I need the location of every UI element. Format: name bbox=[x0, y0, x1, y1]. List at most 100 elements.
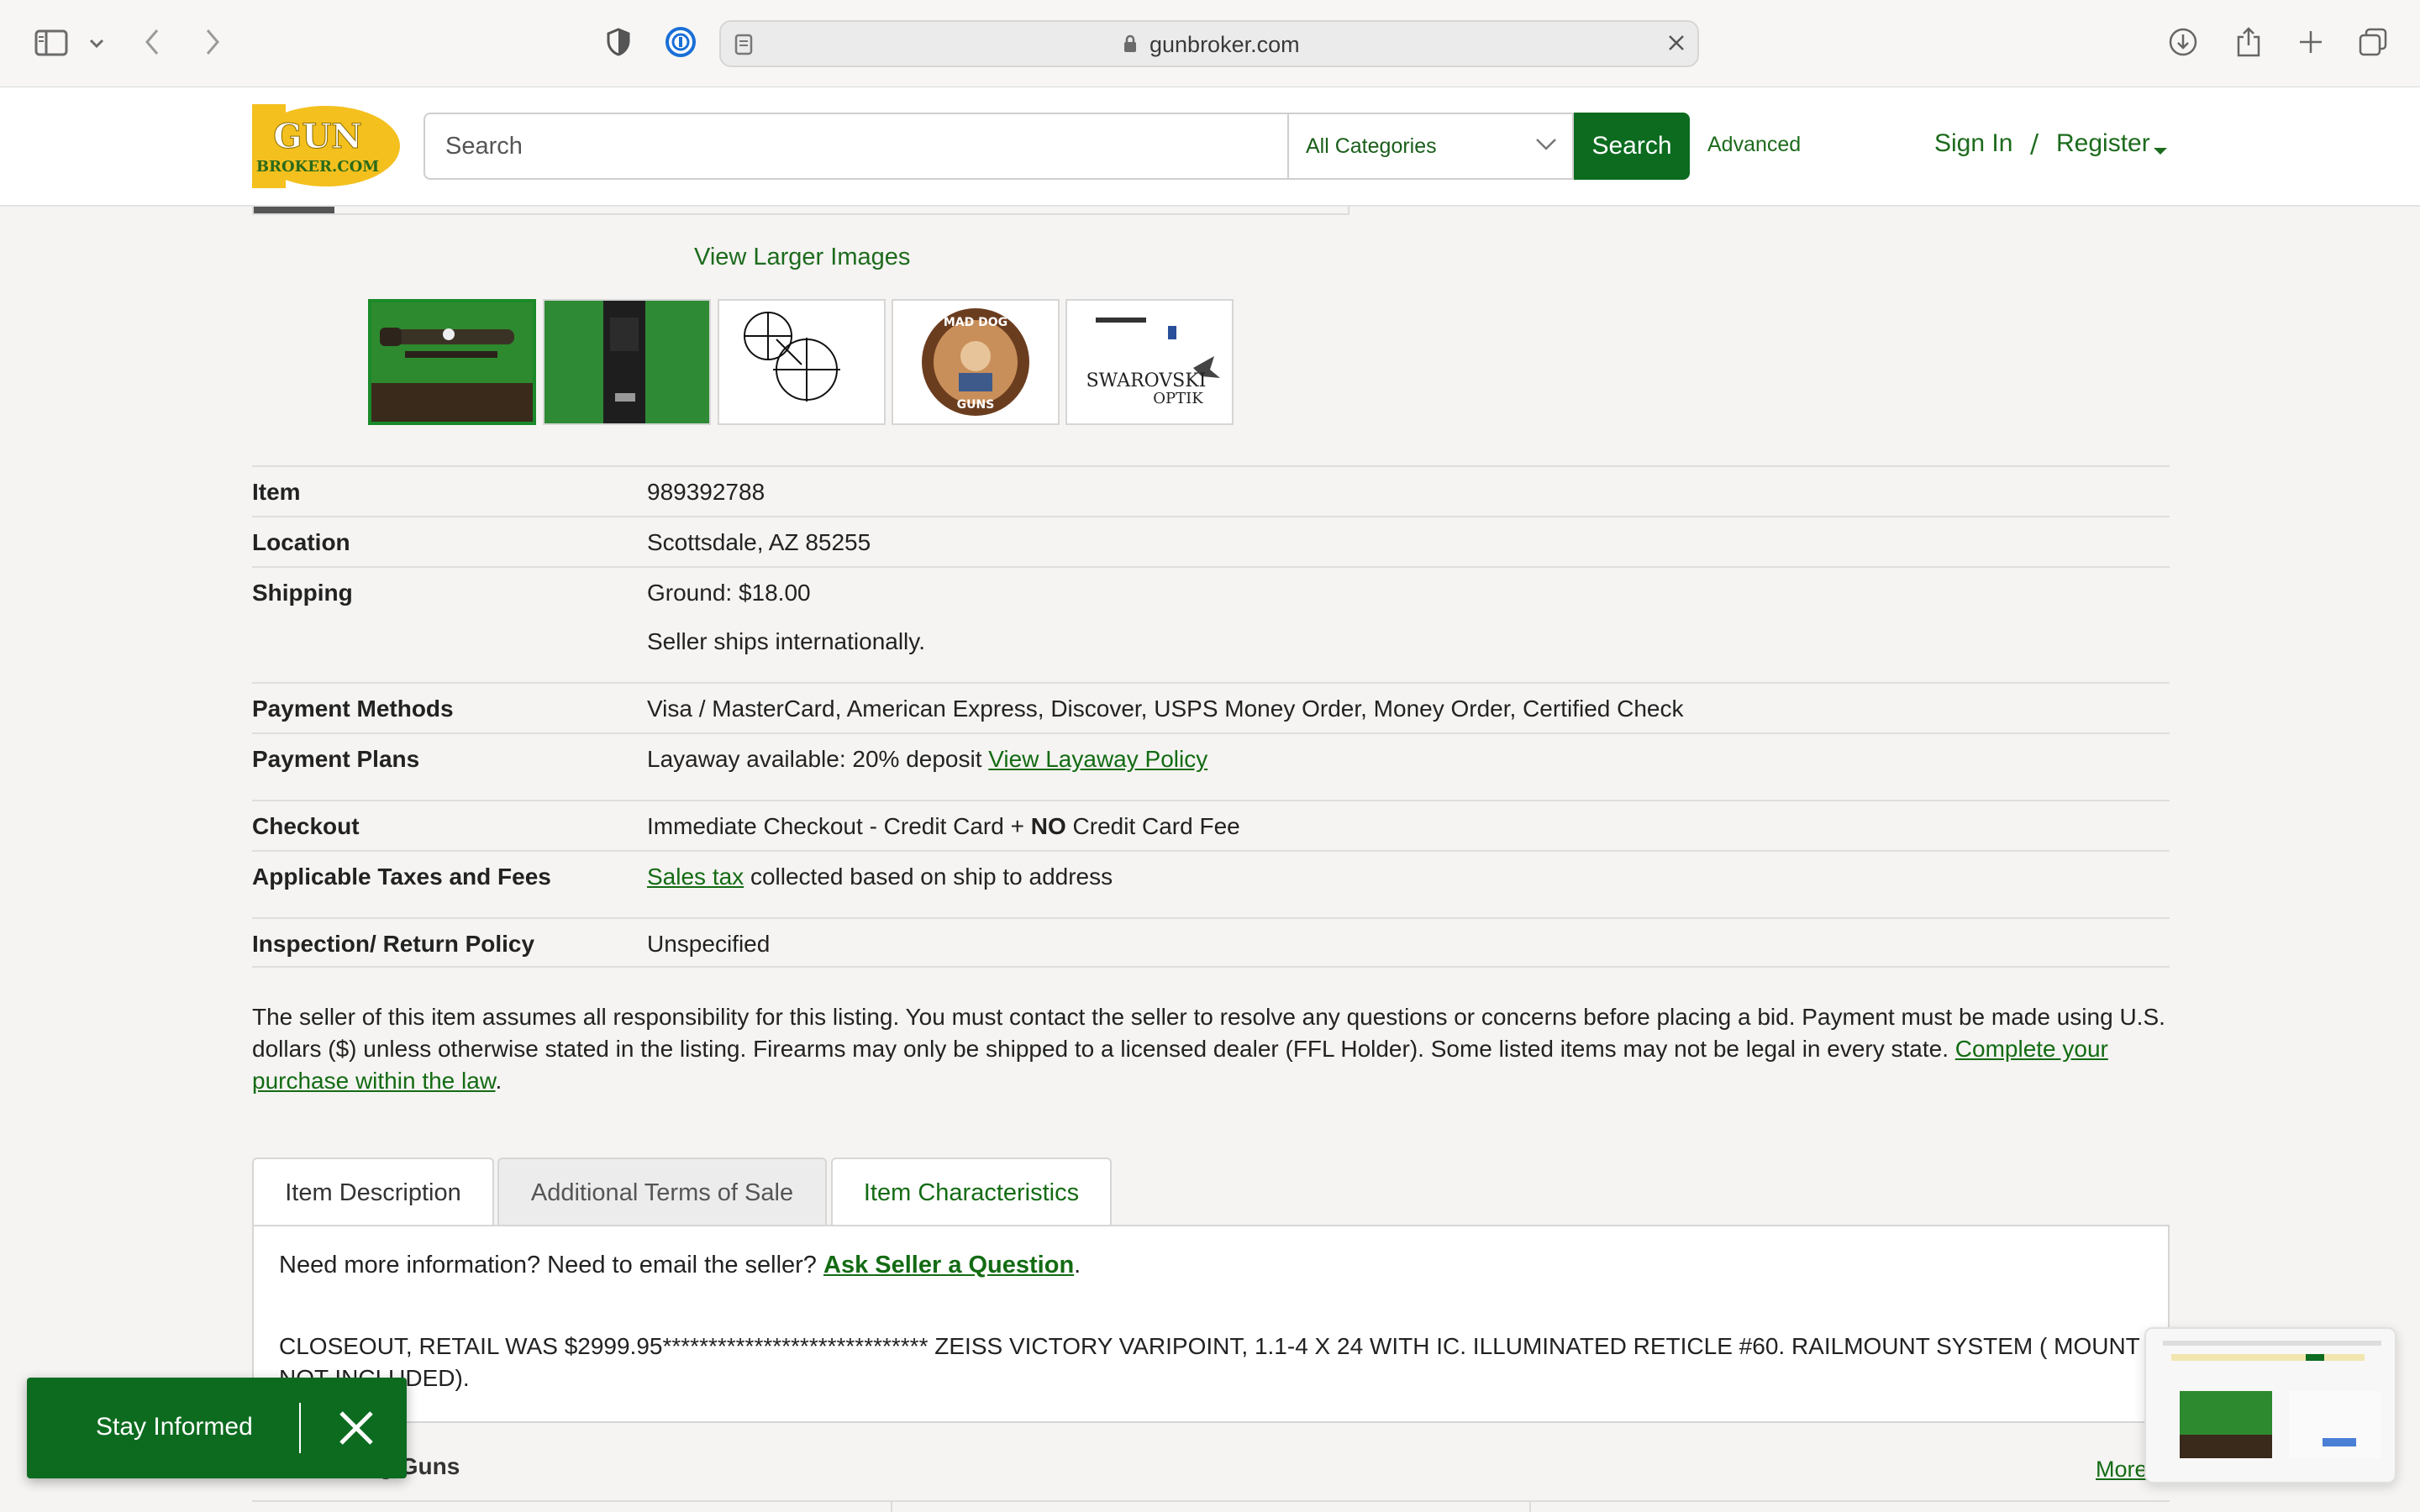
image-viewer-frame bbox=[252, 207, 1349, 215]
taxes-value: Sales tax collected based on ship to add… bbox=[647, 864, 1113, 890]
stay-informed-text[interactable]: Stay Informed bbox=[96, 1413, 253, 1441]
shipping-label: Shipping bbox=[252, 580, 353, 606]
detail-row-payment-plans: Payment Plans Layaway available: 20% dep… bbox=[252, 732, 2170, 800]
description-panel: Need more information? Need to email the… bbox=[252, 1225, 2170, 1423]
checkout-post: Credit Card Fee bbox=[1065, 813, 1240, 839]
toast-divider bbox=[299, 1403, 301, 1453]
detail-row-location: Location Scottsdale, AZ 85255 bbox=[252, 516, 2170, 566]
chevron-down-icon[interactable] bbox=[84, 34, 109, 54]
register-link[interactable]: Register bbox=[2056, 129, 2150, 158]
viewer-tab-marker bbox=[254, 207, 334, 213]
payment-plans-text: Layaway available: 20% deposit bbox=[647, 746, 982, 772]
shipping-value: Ground: $18.00 bbox=[647, 580, 811, 606]
layaway-policy-link[interactable]: View Layaway Policy bbox=[988, 746, 1207, 772]
auth-divider: / bbox=[2030, 129, 2039, 159]
more-items-row bbox=[252, 1500, 2170, 1512]
checkout-pre: Immediate Checkout - Credit Card + bbox=[647, 813, 1031, 839]
item-value: 989392788 bbox=[647, 479, 765, 505]
shipping-note: Seller ships internationally. bbox=[647, 628, 925, 654]
thumbnail-3[interactable] bbox=[718, 299, 886, 425]
view-larger-images-link[interactable]: View Larger Images bbox=[694, 244, 910, 271]
detail-row-inspection: Inspection/ Return Policy Unspecified bbox=[252, 917, 2170, 968]
taxes-text: collected based on ship to address bbox=[744, 864, 1113, 890]
disclaimer-period: . bbox=[495, 1068, 502, 1094]
page-preview-thumbnail[interactable] bbox=[2144, 1327, 2396, 1483]
mad-dog-logo-text-bottom: GUNS bbox=[957, 398, 995, 412]
payment-plans-label: Payment Plans bbox=[252, 746, 420, 772]
location-value: Scottsdale, AZ 85255 bbox=[647, 529, 871, 555]
disclaimer-text: The seller of this item assumes all resp… bbox=[252, 1004, 2165, 1062]
thumbnail-5[interactable]: SWAROVSKI OPTIK bbox=[1065, 299, 1234, 425]
tab-item-characteristics[interactable]: Item Characteristics bbox=[831, 1158, 1112, 1226]
page-preview-image bbox=[2146, 1329, 2395, 1482]
seller-disclaimer: The seller of this item assumes all resp… bbox=[252, 1001, 2176, 1097]
search-button[interactable]: Search bbox=[1574, 113, 1690, 180]
ask-seller-line: Need more information? Need to email the… bbox=[279, 1252, 1081, 1279]
close-icon[interactable] bbox=[329, 1401, 383, 1455]
privacy-shield-icon[interactable] bbox=[603, 25, 634, 59]
lock-icon bbox=[1123, 34, 1138, 57]
swarovski-text-1: SWAROVSKI bbox=[1086, 370, 1207, 391]
share-icon[interactable] bbox=[2232, 24, 2265, 60]
detail-row-taxes: Applicable Taxes and Fees Sales tax coll… bbox=[252, 850, 2170, 917]
taxes-label: Applicable Taxes and Fees bbox=[252, 864, 551, 890]
stay-informed-toast[interactable]: Stay Informed bbox=[27, 1378, 407, 1478]
inspection-value: Unspecified bbox=[647, 931, 771, 957]
search-placeholder: Search bbox=[445, 132, 523, 160]
clear-url-icon[interactable] bbox=[1667, 34, 1686, 55]
category-select[interactable]: All Categories bbox=[1288, 113, 1574, 180]
sales-tax-link[interactable]: Sales tax bbox=[647, 864, 744, 890]
description-body: CLOSEOUT, RETAIL WAS $2999.95***********… bbox=[279, 1333, 2140, 1391]
detail-row-checkout: Checkout Immediate Checkout - Credit Car… bbox=[252, 800, 2170, 850]
payment-methods-value: Visa / MasterCard, American Express, Dis… bbox=[647, 696, 1684, 722]
payment-methods-label: Payment Methods bbox=[252, 696, 454, 722]
detail-row-shipping: Shipping Ground: $18.00 Seller ships int… bbox=[252, 566, 2170, 682]
thumbnail-4[interactable]: MAD DOG GUNS bbox=[892, 299, 1060, 425]
mad-dog-logo-text-top: MAD DOG bbox=[944, 316, 1007, 329]
item-label: Item bbox=[252, 479, 301, 505]
detail-row-payment-methods: Payment Methods Visa / MasterCard, Ameri… bbox=[252, 682, 2170, 732]
thumbnail-2[interactable] bbox=[543, 299, 711, 425]
site-header: GUN BROKER.COM Search All Categories Sea… bbox=[0, 87, 2420, 207]
chevron-down-icon bbox=[1535, 133, 1557, 157]
more-link[interactable]: More bbox=[2096, 1457, 2148, 1483]
reticle-diagram-icon bbox=[719, 301, 884, 423]
address-bar[interactable]: gunbroker.com bbox=[719, 20, 1699, 67]
thumbnail-1[interactable] bbox=[368, 299, 536, 425]
scope-closeup-icon bbox=[544, 301, 709, 423]
reader-view-icon[interactable] bbox=[734, 34, 753, 59]
checkout-bold: NO bbox=[1030, 813, 1066, 839]
advanced-search-link[interactable]: Advanced bbox=[1707, 133, 1801, 157]
downloads-icon[interactable] bbox=[2166, 25, 2200, 59]
new-tab-icon[interactable] bbox=[2294, 25, 2328, 59]
row-separator bbox=[891, 1502, 892, 1512]
ask-seller-pre: Need more information? Need to email the… bbox=[279, 1252, 823, 1278]
swarovski-text-2: OPTIK bbox=[1153, 390, 1203, 407]
logo-text-bottom: BROKER.COM bbox=[256, 158, 379, 176]
ask-seller-link[interactable]: Ask Seller a Question bbox=[823, 1252, 1074, 1278]
search-input[interactable]: Search bbox=[424, 113, 1289, 180]
location-label: Location bbox=[252, 529, 350, 555]
browser-toolbar: gunbroker.com bbox=[0, 0, 2420, 87]
ask-seller-post: . bbox=[1074, 1252, 1081, 1278]
password-manager-icon[interactable] bbox=[664, 25, 697, 59]
scope-photo-icon bbox=[371, 302, 533, 422]
row-separator bbox=[1529, 1502, 1531, 1512]
url-text: gunbroker.com bbox=[1150, 32, 1300, 57]
detail-row-item: Item 989392788 bbox=[252, 465, 2170, 516]
tab-overview-icon[interactable] bbox=[2356, 25, 2390, 59]
tab-item-description[interactable]: Item Description bbox=[252, 1158, 494, 1226]
tab-additional-terms[interactable]: Additional Terms of Sale bbox=[497, 1158, 827, 1226]
inspection-label: Inspection/ Return Policy bbox=[252, 931, 535, 957]
payment-plans-value: Layaway available: 20% deposit View Laya… bbox=[647, 746, 1207, 773]
sign-in-link[interactable]: Sign In bbox=[1934, 129, 2012, 158]
logo-text-top: GUN bbox=[273, 117, 362, 156]
caret-down-icon[interactable] bbox=[2153, 143, 2168, 159]
checkout-label: Checkout bbox=[252, 813, 360, 839]
sidebar-toggle-icon[interactable] bbox=[32, 25, 71, 60]
forward-arrow-icon[interactable] bbox=[200, 25, 225, 59]
back-arrow-icon[interactable] bbox=[139, 25, 165, 59]
category-selected: All Categories bbox=[1306, 134, 1437, 158]
checkout-value: Immediate Checkout - Credit Card + NO Cr… bbox=[647, 813, 1240, 840]
gunbroker-logo[interactable]: GUN BROKER.COM bbox=[252, 104, 400, 188]
